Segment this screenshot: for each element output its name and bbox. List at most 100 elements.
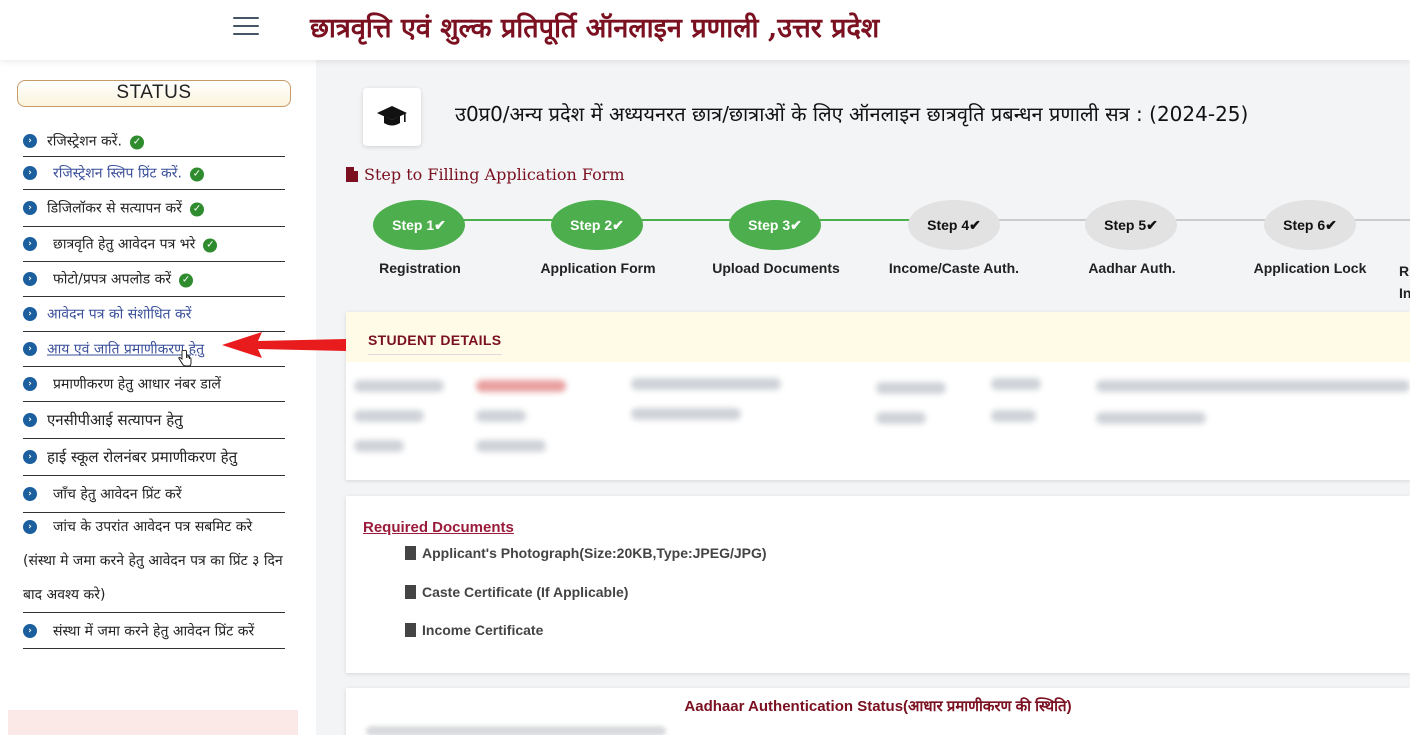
main-content: उ0प्र0/अन्य प्रदेश में अध्ययनरत छात्र/छा…	[316, 60, 1410, 735]
step-5-circle: Step 5✔	[1085, 200, 1177, 250]
chevron-right-icon: ›	[23, 201, 37, 215]
blurred-field	[366, 726, 666, 735]
chevron-right-icon: ›	[23, 413, 37, 427]
sidebar-item-submit-application[interactable]: › जांच के उपरांत आवेदन पत्र सबमिट करे (स…	[23, 515, 285, 613]
file-icon	[405, 585, 416, 599]
sidebar-item-label: रजिस्ट्रेशन करें.	[47, 133, 122, 149]
steps-title: Step to Filling Application Form	[346, 165, 625, 184]
document-item: Income Certificate	[405, 622, 543, 638]
blurred-field	[876, 412, 926, 424]
sidebar-item-note: (संस्था मे जमा करने हेतु आवेदन पत्र का प…	[23, 553, 283, 569]
blurred-field	[354, 380, 444, 392]
sidebar-item-label: जाँच हेतु आवेदन प्रिंट करें	[53, 486, 182, 503]
sidebar-item-note: बाद अवश्य करे)	[23, 587, 106, 603]
check-circle-icon: ✔	[1325, 217, 1337, 233]
step-1-name: Registration	[379, 260, 461, 276]
sidebar-item-label: रजिस्ट्रेशन स्लिप प्रिंट करें.	[53, 165, 182, 182]
required-documents-card: Required Documents Applicant's Photograp…	[346, 496, 1410, 673]
check-circle-icon: ✔	[790, 217, 802, 233]
chevron-right-icon: ›	[23, 450, 37, 464]
blurred-field	[476, 410, 526, 422]
sidebar-item-aadhaar-number[interactable]: › प्रमाणीकरण हेतु आधार नंबर डालें	[23, 367, 285, 402]
check-circle-icon: ✔	[1146, 217, 1158, 233]
blurred-field	[631, 408, 741, 420]
check-icon: ✓	[190, 202, 205, 217]
chevron-right-icon: ›	[23, 342, 37, 356]
sidebar-item-print-for-check[interactable]: › जाँच हेतु आवेदन प्रिंट करें	[23, 476, 285, 513]
document-item: Caste Certificate (If Applicable)	[405, 584, 628, 600]
blurred-field	[354, 440, 404, 452]
sidebar-item-highschool-roll[interactable]: › हाई स्कूल रोलनंबर प्रमाणीकरण हेतु	[23, 439, 285, 476]
chevron-right-icon: ›	[23, 520, 37, 534]
sidebar-item-registration-slip[interactable]: › रजिस्ट्रेशन स्लिप प्रिंट करें. ✓	[23, 157, 285, 190]
sidebar-item-label: फोटो/प्रपत्र अपलोड करें	[53, 271, 172, 288]
sidebar-item-upload[interactable]: › फोटो/प्रपत्र अपलोड करें ✓	[23, 262, 285, 297]
sidebar-item-label: जांच के उपरांत आवेदन पत्र सबमिट करे	[53, 519, 253, 535]
sidebar-item-print-for-institute[interactable]: › संस्था में जमा करने हेतु आवेदन प्रिंट …	[23, 613, 285, 649]
sidebar-item-label: संस्था में जमा करने हेतु आवेदन प्रिंट कर…	[53, 623, 255, 639]
blurred-field	[991, 410, 1036, 422]
check-icon: ✓	[189, 167, 204, 182]
site-title: छात्रवृत्ति एवं शुल्क प्रतिपूर्ति ऑनलाइन…	[310, 13, 880, 44]
blurred-field	[876, 382, 946, 394]
sidebar-item-label: डिजिलॉकर से सत्यापन करें	[47, 200, 183, 217]
document-icon	[346, 167, 358, 182]
blurred-field	[354, 410, 424, 422]
chevron-right-icon: ›	[23, 133, 37, 148]
status-label: STATUS	[17, 80, 291, 107]
step-3-circle: Step 3✔	[729, 200, 821, 250]
blurred-field	[631, 378, 781, 390]
chevron-right-icon: ›	[23, 272, 37, 286]
chevron-right-icon: ›	[23, 237, 37, 251]
student-details-title: STUDENT DETAILS	[368, 332, 503, 355]
sidebar-item-npci[interactable]: › एनसीपीआई सत्यापन हेतु	[23, 402, 285, 439]
sidebar-item-application[interactable]: › छात्रवृति हेतु आवेदन पत्र भरे ✓	[23, 227, 285, 262]
step-4-circle: Step 4✔	[908, 200, 1000, 250]
check-circle-icon: ✔	[434, 217, 446, 233]
chevron-right-icon: ›	[23, 487, 37, 501]
steps-track-progress	[406, 219, 926, 221]
blurred-field	[991, 378, 1041, 390]
required-documents-title: Required Documents	[363, 519, 514, 536]
step-5-name: Aadhar Auth.	[1088, 260, 1176, 276]
page-heading: उ0प्र0/अन्य प्रदेश में अध्ययनरत छात्र/छा…	[455, 102, 1249, 126]
sidebar-item-registration[interactable]: › रजिस्ट्रेशन करें. ✓	[23, 125, 285, 157]
sidebar-item-label: छात्रवृति हेतु आवेदन पत्र भरे	[53, 236, 196, 253]
chevron-right-icon: ›	[23, 307, 37, 321]
red-arrow-annotation	[222, 332, 346, 358]
step-3-name: Upload Documents	[712, 260, 840, 276]
check-icon: ✓	[203, 238, 218, 253]
check-circle-icon: ✔	[612, 217, 624, 233]
sidebar-item-label: आवेदन पत्र को संशोधित करें	[47, 306, 192, 323]
sidebar: STATUS › रजिस्ट्रेशन करें. ✓ › रजिस्ट्रेश…	[0, 60, 315, 735]
chevron-right-icon: ›	[23, 623, 37, 638]
graduation-cap-icon	[377, 106, 407, 126]
hand-cursor-icon	[178, 350, 192, 367]
step-6-circle: Step 6✔	[1264, 200, 1356, 250]
document-item: Applicant's Photograph(Size:20KB,Type:JP…	[405, 545, 767, 561]
blurred-field	[476, 380, 566, 392]
student-details-card: STUDENT DETAILS	[346, 312, 1410, 480]
file-icon	[405, 623, 416, 637]
top-header: छात्रवृत्ति एवं शुल्क प्रतिपूर्ति ऑनलाइन…	[0, 0, 1410, 60]
blurred-field	[476, 440, 546, 452]
step-4-name: Income/Caste Auth.	[888, 260, 1020, 276]
step-2-circle: Step 2✔	[551, 200, 643, 250]
student-details-header: STUDENT DETAILS	[346, 312, 1410, 362]
sidebar-bottom-panel	[8, 710, 298, 735]
sidebar-item-label: एनसीपीआई सत्यापन हेतु	[47, 411, 183, 429]
check-circle-icon: ✔	[969, 217, 981, 233]
step-1-circle: Step 1✔	[373, 200, 465, 250]
blurred-field	[1096, 412, 1206, 424]
chevron-right-icon: ›	[23, 377, 37, 391]
aadhaar-status-card: Aadhaar Authentication Status(आधार प्रमा…	[346, 688, 1410, 735]
hamburger-menu-icon[interactable]	[233, 17, 259, 37]
file-icon	[405, 546, 416, 560]
step-6-name: Application Lock	[1253, 260, 1367, 276]
graduation-cap-card	[363, 88, 421, 146]
step-7-name-partial: R In	[1399, 263, 1410, 301]
check-icon: ✓	[129, 135, 144, 149]
step-2-name: Application Form	[540, 260, 656, 276]
sidebar-item-modify-application[interactable]: › आवेदन पत्र को संशोधित करें	[23, 297, 285, 332]
sidebar-item-digilocker[interactable]: › डिजिलॉकर से सत्यापन करें ✓	[23, 190, 285, 227]
